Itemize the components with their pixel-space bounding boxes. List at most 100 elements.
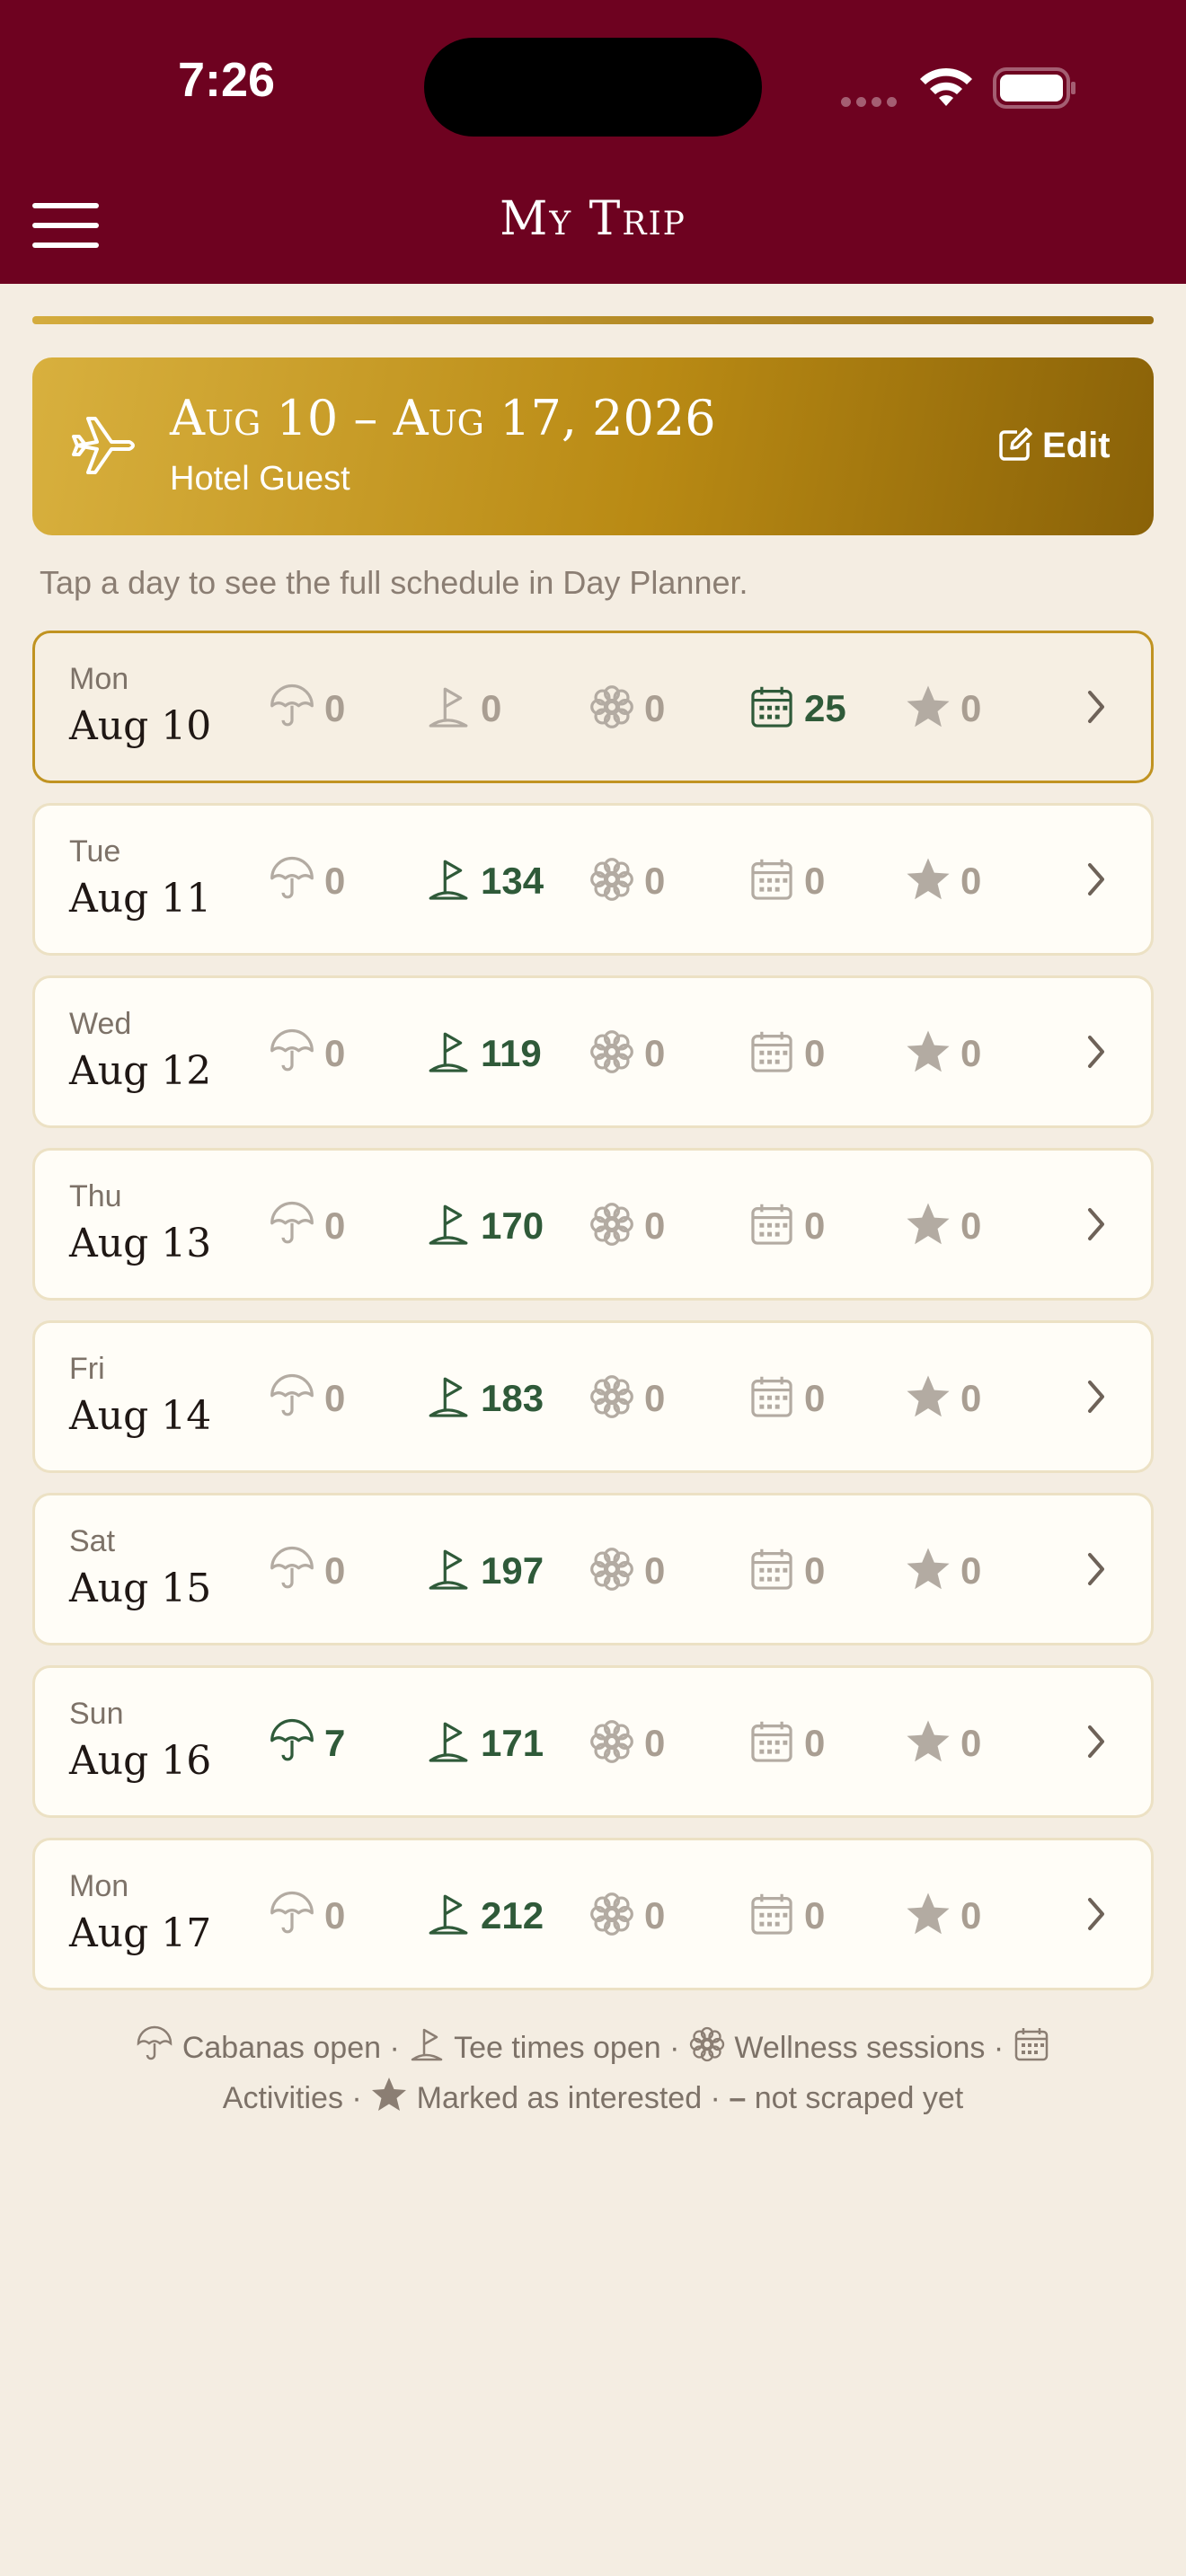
cabanas-value: 0 xyxy=(324,1377,346,1419)
golf-flag-icon xyxy=(425,1546,472,1597)
flower-icon xyxy=(589,684,635,735)
calendar-icon xyxy=(748,1718,795,1769)
activities-count: 0 xyxy=(748,1373,825,1424)
day-date: Aug 17 xyxy=(69,1910,212,1956)
umbrella-icon xyxy=(269,1718,315,1769)
wellness-count: 0 xyxy=(589,1718,665,1769)
golf-flag-icon xyxy=(425,1373,472,1425)
wellness-value: 0 xyxy=(644,1204,666,1247)
day-row[interactable]: Mon Aug 17 0 212 0 0 0 xyxy=(32,1838,1154,1990)
edit-trip-button[interactable]: Edit xyxy=(997,426,1111,466)
flower-icon xyxy=(589,1373,635,1425)
wellness-value: 0 xyxy=(644,687,666,729)
chevron-right-icon xyxy=(1088,1553,1104,1585)
tee-count: 170 xyxy=(425,1201,544,1251)
cabanas-count: 0 xyxy=(269,684,345,734)
day-of-week: Tue xyxy=(69,834,121,869)
day-of-week: Fri xyxy=(69,1352,105,1386)
activities-value: 25 xyxy=(804,687,846,729)
activities-value: 0 xyxy=(804,1722,826,1764)
flower-icon xyxy=(589,1891,635,1942)
tee-value: 212 xyxy=(481,1894,544,1936)
interested-value: 0 xyxy=(960,1894,982,1936)
cabanas-value: 0 xyxy=(324,1894,346,1936)
activities-count: 25 xyxy=(748,684,846,734)
calendar-icon xyxy=(748,684,795,735)
interested-value: 0 xyxy=(960,1032,982,1074)
wellness-value: 0 xyxy=(644,1722,666,1764)
day-of-week: Thu xyxy=(69,1179,122,1213)
day-date: Aug 16 xyxy=(69,1738,212,1784)
day-row[interactable]: Tue Aug 11 0 134 0 0 0 xyxy=(32,803,1154,956)
day-row[interactable]: Fri Aug 14 0 183 0 0 0 xyxy=(32,1320,1154,1473)
flower-icon xyxy=(589,1201,635,1252)
wifi-icon xyxy=(920,67,972,106)
legend-wellness: Wellness sessions · xyxy=(734,2031,1005,2065)
star-icon xyxy=(905,1028,951,1080)
cabanas-value: 0 xyxy=(324,1032,346,1074)
golf-flag-icon xyxy=(425,1028,472,1080)
day-date: Aug 15 xyxy=(69,1566,212,1611)
chevron-right-icon xyxy=(1088,863,1104,895)
page-title: My Trip xyxy=(500,192,686,246)
chevron-right-icon xyxy=(1088,1898,1104,1930)
day-date: Aug 14 xyxy=(69,1393,212,1439)
chevron-right-icon xyxy=(1088,1036,1104,1068)
guest-type: Hotel Guest xyxy=(170,460,350,498)
wellness-value: 0 xyxy=(644,1549,666,1592)
golf-flag-icon xyxy=(411,2028,443,2061)
calendar-icon xyxy=(748,1373,795,1425)
activities-count: 0 xyxy=(748,1546,825,1596)
flower-icon xyxy=(589,1028,635,1080)
star-icon xyxy=(905,1718,951,1769)
trip-dates: Aug 10 – Aug 17, 2026 xyxy=(170,390,716,446)
calendar-icon xyxy=(748,1201,795,1252)
star-icon xyxy=(905,684,951,735)
activities-value: 0 xyxy=(804,860,826,902)
day-row[interactable]: Mon Aug 10 0 0 0 25 0 xyxy=(32,631,1154,783)
cabanas-count: 0 xyxy=(269,1028,345,1079)
day-row[interactable]: Wed Aug 12 0 119 0 0 0 xyxy=(32,975,1154,1128)
golf-flag-icon xyxy=(425,1718,472,1769)
activities-value: 0 xyxy=(804,1032,826,1074)
chevron-right-icon xyxy=(1088,691,1104,723)
umbrella-icon xyxy=(269,1373,315,1425)
wellness-count: 0 xyxy=(589,856,665,906)
day-row[interactable]: Sun Aug 16 7 171 0 0 0 xyxy=(32,1665,1154,1818)
interested-count: 0 xyxy=(905,1546,981,1596)
day-of-week: Sun xyxy=(69,1697,124,1731)
tee-count: 134 xyxy=(425,856,544,906)
wellness-value: 0 xyxy=(644,860,666,902)
activities-count: 0 xyxy=(748,1201,825,1251)
activities-count: 0 xyxy=(748,1028,825,1079)
interested-count: 0 xyxy=(905,684,981,734)
day-of-week: Sat xyxy=(69,1524,116,1558)
legend-interested: Marked as interested · xyxy=(416,2081,721,2115)
wellness-value: 0 xyxy=(644,1894,666,1936)
flower-icon xyxy=(589,1546,635,1597)
star-icon xyxy=(905,1201,951,1252)
status-time: 7:26 xyxy=(177,53,276,107)
star-icon xyxy=(905,1373,951,1425)
cabanas-count: 0 xyxy=(269,1201,345,1251)
legend-activities: Activities · xyxy=(222,2081,362,2115)
tee-value: 119 xyxy=(481,1032,542,1074)
dynamic-island xyxy=(424,38,762,137)
flower-icon xyxy=(589,856,635,907)
interested-value: 0 xyxy=(960,1722,982,1764)
legend-cabanas: Cabanas open · xyxy=(181,2031,400,2065)
interested-value: 0 xyxy=(960,687,982,729)
activities-value: 0 xyxy=(804,1204,826,1247)
chevron-right-icon xyxy=(1088,1381,1104,1413)
wellness-count: 0 xyxy=(589,1201,665,1251)
day-row[interactable]: Thu Aug 13 0 170 0 0 0 xyxy=(32,1148,1154,1301)
divider xyxy=(32,316,1154,324)
interested-count: 0 xyxy=(905,1373,981,1424)
day-row[interactable]: Sat Aug 15 0 197 0 0 0 xyxy=(32,1493,1154,1645)
flower-icon xyxy=(689,2026,725,2062)
tee-value: 0 xyxy=(481,687,502,729)
edit-icon xyxy=(999,428,1032,461)
interested-value: 0 xyxy=(960,860,982,902)
interested-count: 0 xyxy=(905,1028,981,1079)
interested-value: 0 xyxy=(960,1204,982,1247)
